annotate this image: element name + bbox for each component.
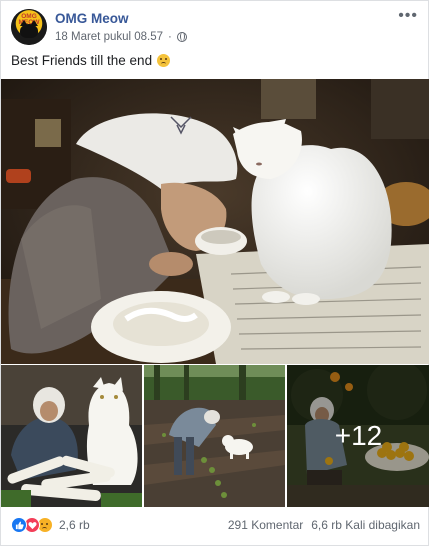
middle-dot: · [168, 31, 172, 43]
share-count-link[interactable]: 6,6 rb Kali dibagikan [311, 518, 420, 532]
post-timestamp[interactable]: 18 Maret pukul 08.57 [55, 31, 163, 43]
comment-count-link[interactable]: 291 Komentar [228, 518, 303, 532]
post-card: OMG MEOW OMG Meow 18 Maret pukul 08.57 ·… [0, 0, 429, 546]
caption-text: Best Friends till the end [11, 53, 153, 68]
main-photo[interactable] [1, 79, 429, 364]
reactions-summary[interactable]: 2,6 rb [11, 517, 90, 533]
post-stats: 291 Komentar 6,6 rb Kali dibagikan [228, 518, 420, 532]
cat-logo-icon [20, 24, 38, 38]
more-photos-overlay[interactable]: +12 [287, 365, 429, 507]
like-icon [11, 517, 27, 533]
sad-face-emoji-icon [157, 54, 171, 67]
thumbnail-photo-3[interactable]: +12 [287, 365, 429, 507]
thumbnail-photo-2[interactable] [144, 365, 285, 507]
page-name-link[interactable]: OMG Meow [55, 11, 129, 26]
reaction-count[interactable]: 2,6 rb [59, 518, 90, 532]
post-meta: 18 Maret pukul 08.57 · [55, 31, 187, 43]
post-footer: 2,6 rb 291 Komentar 6,6 rb Kali dibagika… [1, 507, 429, 545]
globe-icon[interactable] [176, 32, 187, 42]
thumbnail-photo-1[interactable] [1, 365, 142, 507]
page-avatar[interactable]: OMG MEOW [11, 9, 47, 45]
post-caption: Best Friends till the end [11, 53, 171, 68]
more-options-icon[interactable]: ••• [398, 7, 418, 25]
